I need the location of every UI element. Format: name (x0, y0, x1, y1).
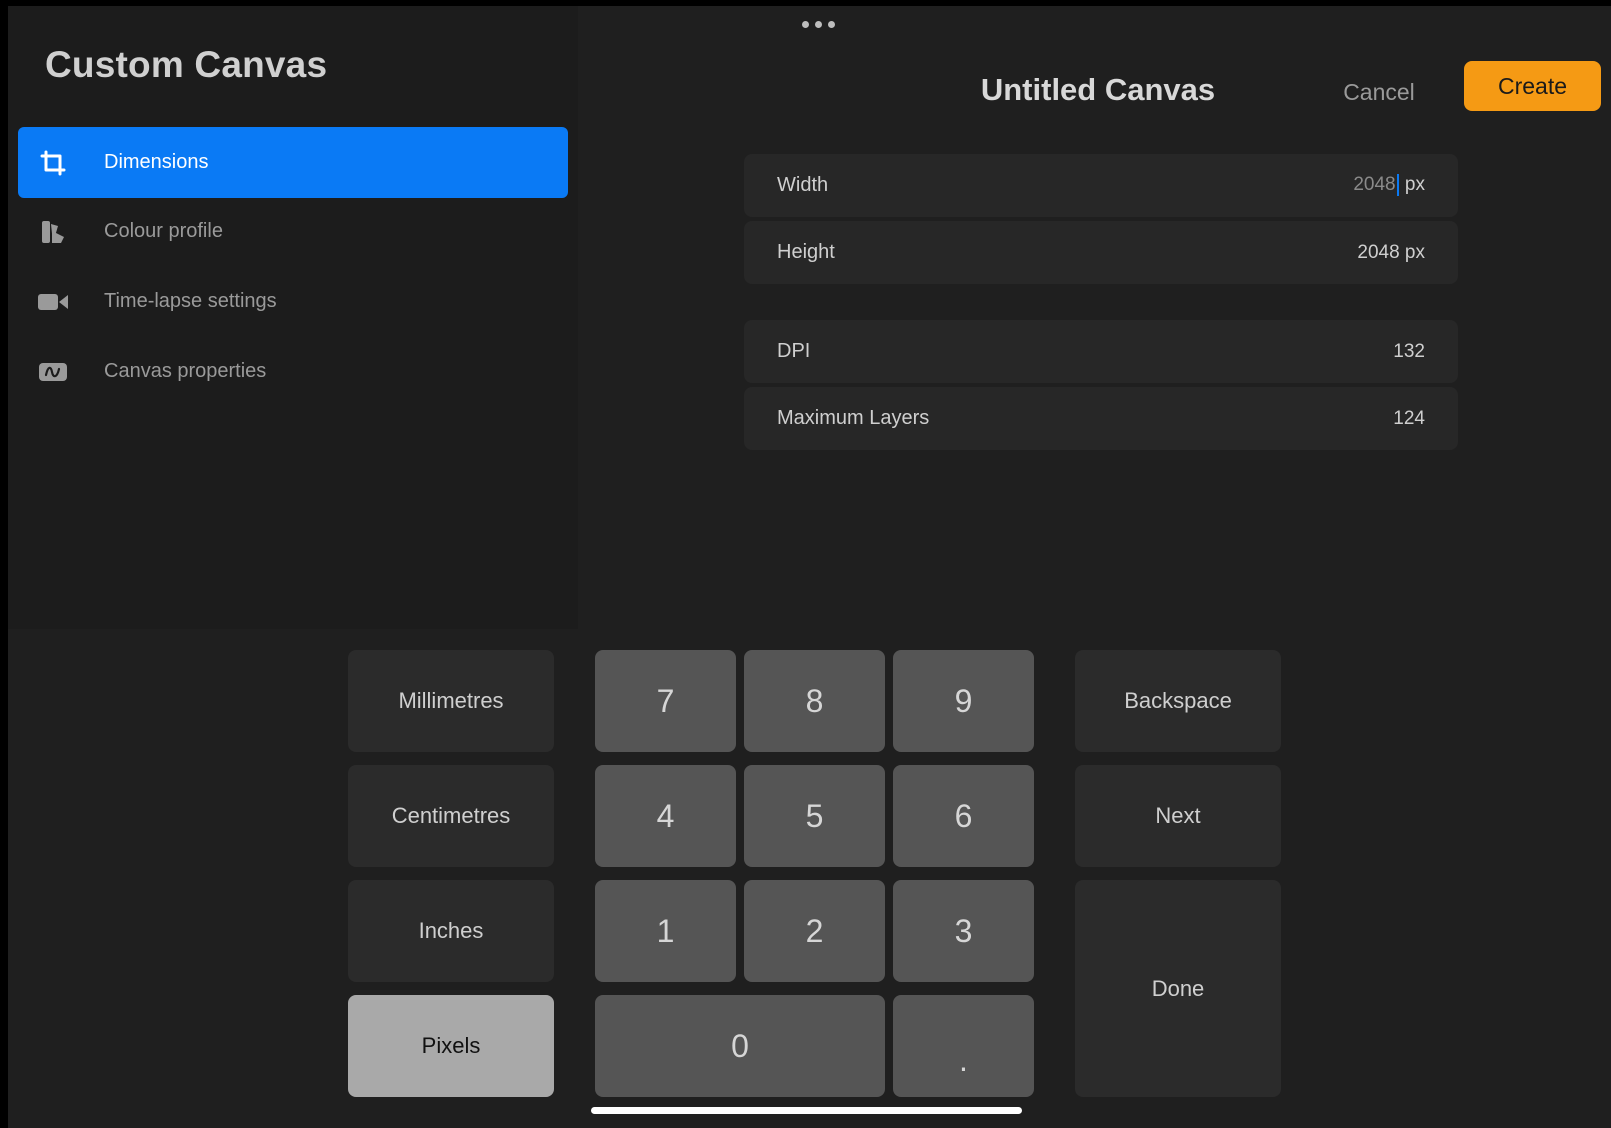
crop-dimensions-icon (36, 146, 70, 180)
dpi-label: DPI (777, 340, 811, 362)
sidebar-item-label: Time-lapse settings (104, 290, 277, 312)
next-button[interactable]: Next (1075, 765, 1281, 867)
maximum-layers-value: 124 (1393, 407, 1425, 429)
key-decimal-point[interactable]: . (893, 995, 1034, 1097)
cancel-button[interactable]: Cancel (1333, 68, 1425, 116)
sidebar-item-time-lapse-settings[interactable]: Time-lapse settings (18, 266, 568, 337)
drag-handle[interactable] (798, 19, 838, 29)
key-4[interactable]: 4 (595, 765, 736, 867)
sidebar-item-dimensions[interactable]: Dimensions (18, 127, 568, 198)
width-field[interactable]: Width 2048 px (744, 154, 1458, 217)
text-caret (1396, 174, 1399, 197)
height-field[interactable]: Height 2048 px (744, 221, 1458, 284)
numeric-keypad: Millimetres Centimetres Inches Pixels 7 … (8, 629, 1611, 1128)
key-7[interactable]: 7 (595, 650, 736, 752)
canvas-settings-panel: Custom Canvas Dimensions Colour profile … (8, 6, 1611, 629)
key-1[interactable]: 1 (595, 880, 736, 982)
height-label: Height (777, 241, 835, 263)
sidebar: Custom Canvas Dimensions Colour profile … (8, 6, 578, 629)
sidebar-item-label: Dimensions (104, 151, 209, 173)
sidebar-item-canvas-properties[interactable]: Canvas properties (18, 336, 568, 407)
key-9[interactable]: 9 (893, 650, 1034, 752)
key-5[interactable]: 5 (744, 765, 885, 867)
colour-swatches-icon (36, 215, 70, 249)
grabber-dot (801, 20, 809, 28)
height-value[interactable]: 2048 px (1357, 242, 1425, 264)
width-label: Width (777, 174, 829, 196)
backspace-button[interactable]: Backspace (1075, 650, 1281, 752)
key-2[interactable]: 2 (744, 880, 885, 982)
grabber-dot (827, 20, 835, 28)
video-camera-icon (36, 285, 70, 319)
unit-pixels-button[interactable]: Pixels (348, 995, 554, 1097)
custom-canvas-screen: Custom Canvas Dimensions Colour profile … (8, 6, 1611, 1128)
maximum-layers-field: Maximum Layers 124 (744, 387, 1458, 450)
sidebar-item-label: Canvas properties (104, 360, 267, 382)
key-0[interactable]: 0 (595, 995, 885, 1097)
unit-millimetres-button[interactable]: Millimetres (348, 650, 554, 752)
dpi-field[interactable]: DPI 132 (744, 320, 1458, 383)
sidebar-title: Custom Canvas (45, 44, 328, 85)
width-value[interactable]: 2048 px (1353, 174, 1425, 197)
canvas-title[interactable]: Untitled Canvas (968, 72, 1228, 108)
sidebar-item-label: Colour profile (104, 220, 223, 242)
key-3[interactable]: 3 (893, 880, 1034, 982)
width-number: 2048 (1353, 174, 1396, 196)
maximum-layers-label: Maximum Layers (777, 407, 930, 429)
key-8[interactable]: 8 (744, 650, 885, 752)
canvas-properties-icon (36, 355, 70, 389)
sidebar-item-colour-profile[interactable]: Colour profile (18, 196, 568, 267)
grabber-dot (814, 20, 822, 28)
dpi-value[interactable]: 132 (1393, 341, 1425, 363)
key-6[interactable]: 6 (893, 765, 1034, 867)
unit-centimetres-button[interactable]: Centimetres (348, 765, 554, 867)
home-indicator[interactable] (591, 1107, 1022, 1114)
done-button[interactable]: Done (1075, 880, 1281, 1097)
create-button[interactable]: Create (1464, 61, 1601, 111)
unit-inches-button[interactable]: Inches (348, 880, 554, 982)
width-unit: px (1404, 174, 1425, 196)
